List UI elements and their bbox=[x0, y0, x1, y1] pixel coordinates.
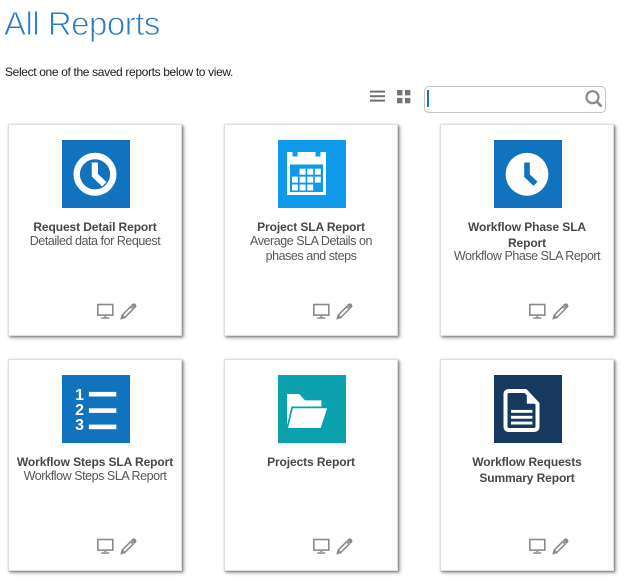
svg-text:3: 3 bbox=[75, 417, 84, 434]
